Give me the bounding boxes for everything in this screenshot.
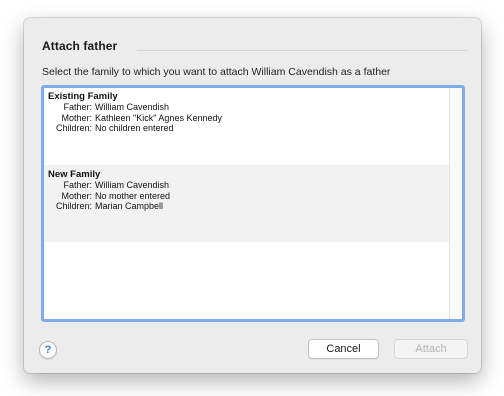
family-heading: New Family xyxy=(48,169,101,180)
family-option-new[interactable]: New Family Father: William Cavendish Mot… xyxy=(44,165,449,242)
mother-value: Kathleen "Kick" Agnes Kennedy xyxy=(95,112,222,123)
children-label: Children: xyxy=(55,123,92,133)
mother-label: Mother: xyxy=(61,190,92,201)
attach-father-dialog: Attach father Select the family to which… xyxy=(24,18,481,373)
mother-value: No mother entered xyxy=(95,190,171,201)
children-row: Children: No children entered xyxy=(48,123,449,134)
title-divider xyxy=(137,50,468,51)
list-scrollbar[interactable] xyxy=(449,88,462,319)
family-option-existing[interactable]: Existing Family Father: William Cavendis… xyxy=(44,88,449,165)
title-row: Attach father xyxy=(42,39,468,55)
father-label: Father: xyxy=(63,102,92,112)
question-mark-icon: ? xyxy=(44,344,52,356)
family-heading: Existing Family xyxy=(48,91,118,102)
attach-button[interactable]: Attach xyxy=(394,339,468,359)
father-row: Father: William Cavendish xyxy=(48,102,449,113)
family-list[interactable]: Existing Family Father: William Cavendis… xyxy=(41,85,465,322)
children-value: Marian Campbell xyxy=(95,201,164,211)
mother-label: Mother: xyxy=(61,112,92,123)
father-value: William Cavendish xyxy=(95,180,170,190)
help-button[interactable]: ? xyxy=(39,341,57,359)
father-value: William Cavendish xyxy=(95,102,170,112)
dialog-title: Attach father xyxy=(42,39,118,53)
children-label: Children: xyxy=(55,201,92,211)
father-label: Father: xyxy=(63,180,92,190)
instruction-text: Select the family to which you want to a… xyxy=(42,66,391,78)
children-value: No children entered xyxy=(95,123,174,133)
father-row: Father: William Cavendish xyxy=(48,180,449,191)
mother-row: Mother: No mother entered xyxy=(48,191,449,202)
children-row: Children: Marian Campbell xyxy=(48,201,449,212)
cancel-button[interactable]: Cancel xyxy=(308,339,379,359)
mother-row: Mother: Kathleen "Kick" Agnes Kennedy xyxy=(48,113,449,124)
